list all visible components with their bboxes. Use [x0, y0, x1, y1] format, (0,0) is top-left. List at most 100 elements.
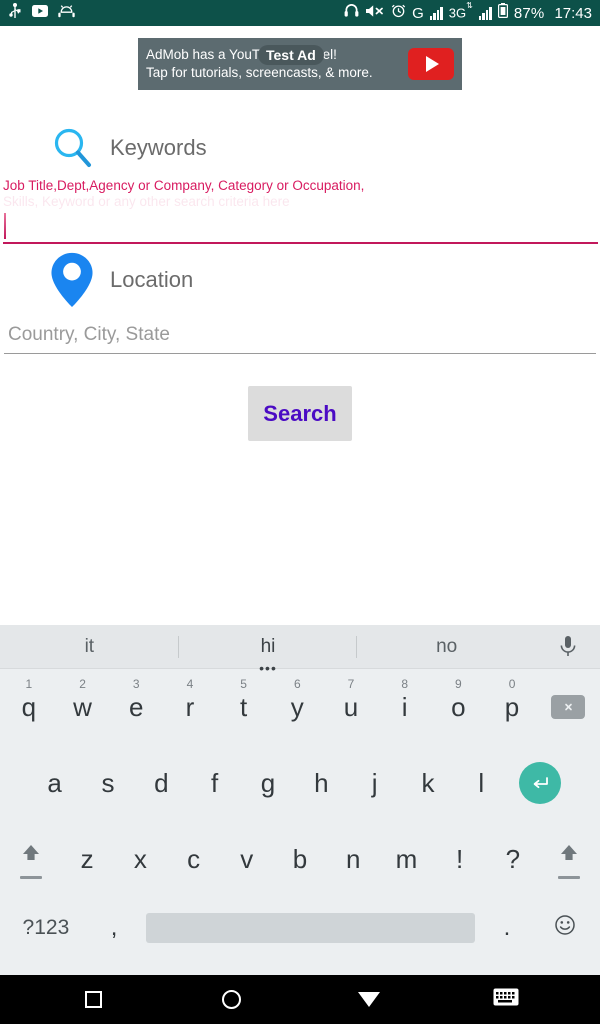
key-u[interactable]: 7u [324, 669, 378, 745]
key-l[interactable]: l [455, 745, 508, 821]
shift-underline [20, 876, 43, 879]
key-n-label: n [346, 843, 361, 874]
key-e[interactable]: 3e [109, 669, 163, 745]
key-m-label: m [395, 843, 418, 874]
back-button[interactable] [325, 975, 413, 1024]
key-i-label: i [401, 691, 408, 722]
key-i-number: 8 [401, 677, 408, 691]
emoji-key[interactable] [533, 890, 596, 966]
key-l-label: l [478, 767, 485, 798]
home-button[interactable] [187, 975, 275, 1024]
key-k-label: k [421, 767, 435, 798]
key-v[interactable]: v [220, 821, 273, 897]
key-y[interactable]: 6y [270, 669, 324, 745]
comma-key[interactable]: , [88, 890, 140, 966]
key-q[interactable]: 1q [2, 669, 56, 745]
suggestion-2[interactable]: no [357, 625, 536, 669]
key-f[interactable]: f [188, 745, 241, 821]
key-w[interactable]: 2w [56, 669, 110, 745]
key-d-label: d [154, 767, 169, 798]
battery-icon [497, 3, 508, 23]
space-key[interactable] [140, 890, 481, 966]
shift-arrow-icon [20, 839, 42, 870]
key-q-number: 1 [25, 677, 33, 691]
keyboard-row-2: a s d f g h j k l [0, 745, 600, 821]
home-circle-icon [221, 990, 241, 1009]
key-r-number: 4 [186, 677, 194, 691]
symbols-key[interactable]: ?123 [4, 890, 88, 966]
key-p[interactable]: 0p [485, 669, 539, 745]
period-key[interactable]: . [481, 890, 533, 966]
job-search-form: Keywords Job Title,Dept,Agency or Compan… [0, 112, 600, 441]
key-y-number: 6 [293, 677, 301, 691]
backspace-key[interactable] [539, 669, 598, 745]
comma-key-label: , [110, 914, 118, 941]
key-m[interactable]: m [380, 821, 433, 897]
key-question-label: ? [505, 843, 521, 874]
key-p-number: 0 [508, 677, 516, 691]
key-b[interactable]: b [273, 821, 326, 897]
microphone-icon[interactable] [536, 635, 600, 659]
keywords-input[interactable] [3, 210, 598, 244]
keyboard-row-4: ?123 , . [0, 897, 600, 959]
headset-icon [344, 3, 359, 23]
location-label: Location [110, 267, 194, 292]
shift-underline [557, 876, 580, 879]
keyboard-switch-button[interactable] [462, 975, 550, 1024]
suggestion-0[interactable]: it [0, 625, 179, 669]
key-x[interactable]: x [114, 821, 167, 897]
text-caret [4, 213, 6, 239]
key-d[interactable]: d [135, 745, 188, 821]
navigation-bar [0, 975, 600, 1024]
key-exclamation-label: ! [456, 843, 464, 874]
key-u-label: u [343, 691, 359, 722]
key-g[interactable]: g [241, 745, 294, 821]
keywords-label: Keywords [110, 135, 207, 160]
recents-button[interactable] [50, 975, 138, 1024]
key-a[interactable]: a [28, 745, 81, 821]
key-o[interactable]: 9o [432, 669, 486, 745]
admob-banner[interactable]: AdMob has a YouTube channel! Tap for tut… [138, 38, 462, 90]
keywords-hint-line1: Job Title,Dept,Agency or Company, Catego… [3, 178, 365, 193]
key-question[interactable]: ? [486, 821, 539, 897]
key-j[interactable]: j [348, 745, 401, 821]
location-field-header: Location [0, 244, 600, 316]
key-t-number: 5 [240, 677, 247, 691]
volume-mute-icon [365, 4, 385, 23]
key-r[interactable]: 4r [163, 669, 217, 745]
search-button[interactable]: Search [248, 386, 352, 441]
suggestion-0-label: it [84, 635, 95, 657]
key-t[interactable]: 5t [217, 669, 271, 745]
key-f-label: f [211, 767, 219, 798]
status-bar: G 3G⇅ 87% 17:43 [0, 0, 600, 26]
enter-key[interactable] [508, 745, 572, 821]
symbols-key-label: ?123 [22, 916, 70, 939]
key-z[interactable]: z [61, 821, 114, 897]
key-e-label: e [128, 691, 144, 722]
ad-subtext: Tap for tutorials, screencasts, & more. [146, 65, 373, 80]
network-type-label: 3G⇅ [448, 1, 473, 21]
key-exclamation[interactable]: ! [433, 821, 486, 897]
back-triangle-icon [357, 992, 380, 1007]
backspace-icon [551, 695, 586, 719]
key-h-label: h [314, 767, 329, 798]
signal-bars-2-icon [478, 6, 492, 20]
key-k[interactable]: k [401, 745, 454, 821]
map-pin-icon [44, 247, 100, 313]
key-c[interactable]: c [167, 821, 220, 897]
youtube-icon [32, 4, 48, 22]
test-ad-badge: Test Ad [258, 45, 324, 65]
youtube-play-icon[interactable] [408, 48, 454, 80]
key-i[interactable]: 8i [378, 669, 432, 745]
location-input[interactable]: Country, City, State [4, 316, 596, 354]
key-s-label: s [101, 767, 115, 798]
key-w-number: 2 [79, 677, 86, 691]
key-n[interactable]: n [327, 821, 380, 897]
shift-key-right[interactable] [540, 821, 599, 897]
suggestion-1[interactable]: hi ••• [179, 625, 358, 675]
key-s[interactable]: s [81, 745, 134, 821]
key-u-number: 7 [347, 677, 355, 691]
android-robot-icon [58, 4, 75, 23]
key-h[interactable]: h [295, 745, 348, 821]
shift-key-left[interactable] [2, 821, 61, 897]
